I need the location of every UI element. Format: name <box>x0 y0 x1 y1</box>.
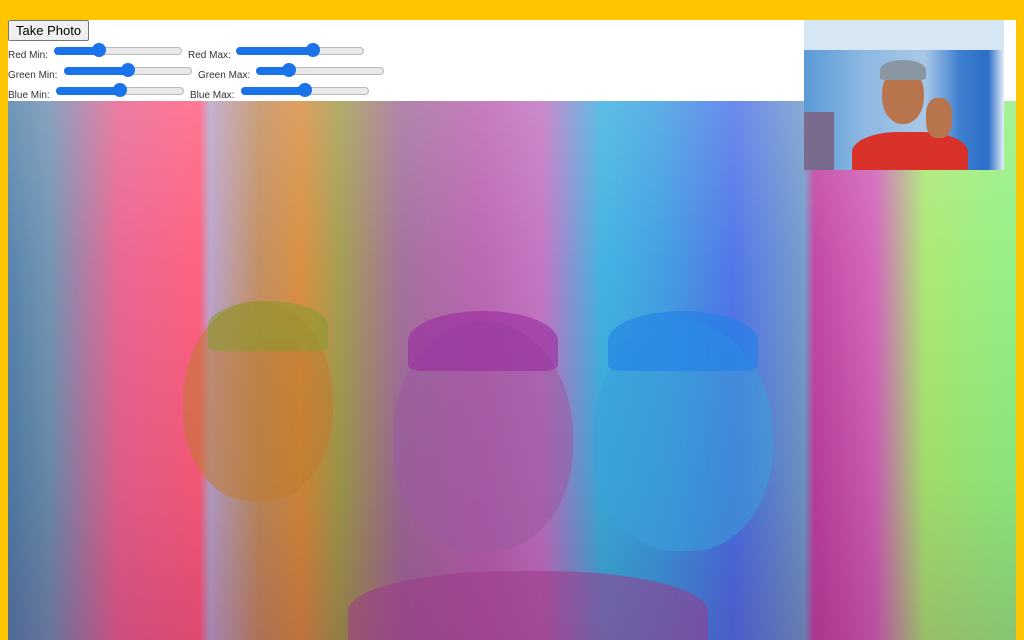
slider-fill <box>56 87 120 95</box>
slider-thumb[interactable] <box>91 43 106 57</box>
slider-thumb[interactable] <box>298 83 312 97</box>
red-min-slider[interactable] <box>54 42 182 58</box>
green-max-label: Green Max: <box>198 70 251 81</box>
red-max-label: Red Max: <box>188 50 231 61</box>
video-hat <box>880 60 926 80</box>
video-shelf <box>804 112 834 170</box>
slider-fill <box>236 47 313 55</box>
green-min-label: Green Min: <box>8 70 58 81</box>
thumbs-up-hand <box>926 98 952 138</box>
take-photo-button[interactable]: Take Photo <box>8 20 90 41</box>
slider-thumb[interactable] <box>113 83 127 97</box>
red-max-slider[interactable] <box>236 42 364 58</box>
blue-max-label: Blue Max: <box>190 90 235 101</box>
slider-thumb[interactable] <box>305 43 320 57</box>
ghost-cap-center <box>408 311 558 371</box>
video-shirt <box>852 132 968 170</box>
slider-fill <box>64 67 128 75</box>
red-min-label: Red Min: <box>8 50 49 61</box>
ghost-cap-right <box>608 311 758 371</box>
blue-min-slider[interactable] <box>56 82 184 98</box>
slider-thumb[interactable] <box>121 63 135 77</box>
photobooth: Take Photo Red Min: Red Max: Green Min: … <box>8 20 1016 640</box>
webcam-video <box>804 20 1004 170</box>
ghost-cap-left <box>208 301 328 351</box>
rgb-controls: Take Photo Red Min: Red Max: Green Min: … <box>8 20 804 101</box>
ghost-shoulders <box>348 571 708 640</box>
blue-max-slider[interactable] <box>241 82 369 98</box>
green-max-slider[interactable] <box>256 62 384 78</box>
green-min-slider[interactable] <box>64 62 192 78</box>
slider-fill <box>241 87 305 95</box>
video-ceiling <box>804 20 1004 50</box>
blue-min-label: Blue Min: <box>8 90 50 101</box>
rgb-split-canvas <box>8 101 1016 640</box>
